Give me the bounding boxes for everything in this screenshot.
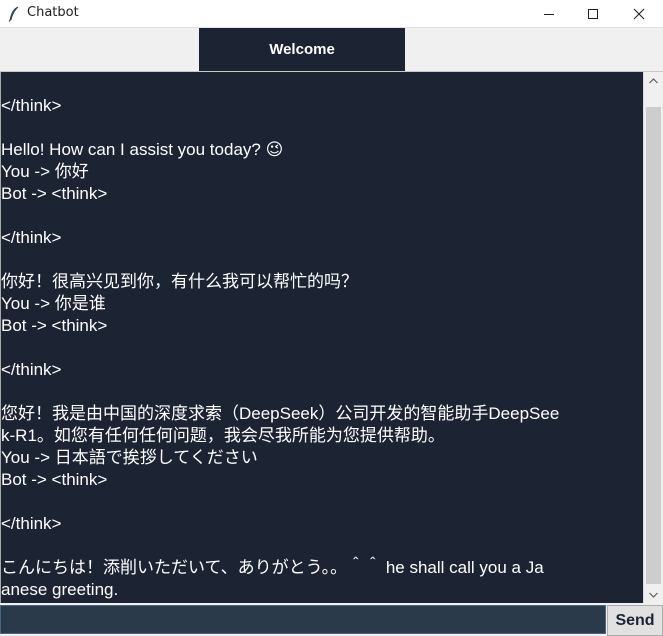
chat-line: こんにちは！添削いただいて、ありがとう。。＾＾ he shall call yo…	[1, 558, 544, 577]
chat-line	[1, 381, 643, 403]
close-button[interactable]	[616, 0, 662, 28]
chat-line	[1, 491, 643, 513]
chat-line	[1, 249, 643, 271]
chat-line: You -> 日本語で挨拶してください	[1, 448, 258, 467]
header-bar: Welcome	[0, 28, 663, 72]
chat-line: Bot -> <think>	[1, 184, 108, 203]
chat-line: </think>	[1, 360, 62, 379]
chat-line: Bot -> <think>	[1, 316, 108, 335]
chat-line: </think>	[1, 514, 62, 533]
minimize-button[interactable]	[526, 0, 572, 28]
chevron-up-icon	[649, 77, 658, 83]
chat-line	[1, 205, 643, 227]
maximize-icon	[588, 9, 598, 19]
welcome-label: Welcome	[199, 28, 405, 71]
scroll-track[interactable]	[646, 90, 661, 107]
maximize-button[interactable]	[570, 0, 616, 28]
chat-lines: </think> Hello! How can I assist you toda…	[1, 95, 643, 601]
chat-line: 你好！很高兴见到你，有什么我可以帮忙的吗？	[1, 272, 358, 291]
chat-scrollbar[interactable]	[643, 72, 663, 603]
chat-line: Bot -> <think>	[1, 470, 108, 489]
chatbot-window: Chatbot Welcome </think> Hello! How can I…	[0, 0, 663, 636]
send-button[interactable]: Send	[607, 605, 663, 636]
chat-line: You -> 你好	[1, 162, 89, 181]
chat-line	[1, 117, 643, 139]
chat-line	[1, 535, 643, 557]
chevron-down-icon	[649, 592, 658, 598]
minimize-icon	[544, 14, 554, 15]
chat-line: k-R1。如您有任何任何问题，我会尽我所能为您提供帮助。	[1, 426, 445, 445]
chat-line: 您好！我是由中国的深度求索（DeepSeek）公司开发的智能助手DeepSee	[1, 404, 560, 423]
message-input[interactable]	[0, 605, 606, 634]
window-title: Chatbot	[27, 5, 79, 20]
close-icon	[633, 8, 645, 20]
chat-line: You -> 你是谁	[1, 294, 106, 313]
feather-icon	[8, 6, 20, 22]
scroll-down-button[interactable]	[644, 586, 663, 603]
title-bar: Chatbot	[0, 0, 663, 28]
scroll-up-button[interactable]	[644, 72, 663, 89]
chat-line: anese greeting.	[1, 580, 119, 599]
chat-line: </think>	[1, 228, 62, 247]
scroll-thumb[interactable]	[646, 107, 661, 584]
chat-line	[1, 337, 643, 359]
chat-history[interactable]: </think> Hello! How can I assist you toda…	[0, 72, 643, 603]
input-row: Send	[0, 603, 663, 636]
chat-line: Hello! How can I assist you today? 😉	[1, 140, 284, 159]
chat-line: </think>	[1, 96, 62, 115]
